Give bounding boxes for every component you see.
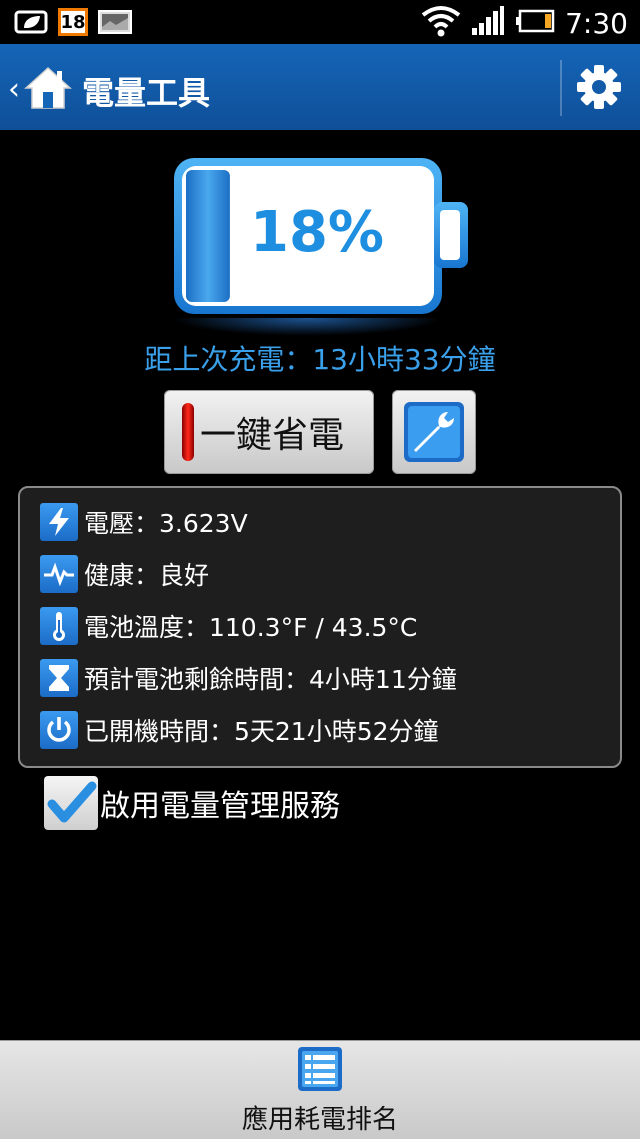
service-checkbox-label: 啟用電量管理服務 bbox=[100, 789, 340, 824]
power-save-button[interactable]: 一鍵省電 bbox=[164, 390, 374, 474]
wrench-icon bbox=[404, 402, 464, 462]
remaining-time-text: 預計電池剩餘時間：4小時11分鐘 bbox=[84, 665, 457, 694]
hourglass-icon bbox=[40, 659, 78, 697]
health-text: 健康：良好 bbox=[84, 561, 210, 590]
service-checkbox[interactable] bbox=[44, 776, 98, 830]
home-icon[interactable] bbox=[24, 64, 72, 112]
battery-fill bbox=[186, 170, 230, 302]
back-chevron-icon[interactable]: ‹ bbox=[8, 72, 20, 107]
info-row-uptime: 已開機時間：5天21小時52分鐘 bbox=[40, 710, 439, 750]
since-last-charge: 距上次充電：13小時33分鐘 bbox=[144, 343, 496, 376]
app-usage-ranking-button[interactable]: 應用耗電排名 bbox=[0, 1040, 640, 1139]
signal-icon bbox=[471, 6, 505, 40]
clock-time: 7:30 bbox=[565, 6, 628, 40]
uptime-text: 已開機時間：5天21小時52分鐘 bbox=[84, 717, 439, 746]
action-bar: ‹ 電量工具 bbox=[0, 44, 640, 130]
action-bar-divider bbox=[560, 60, 562, 116]
battery-reflection bbox=[172, 318, 442, 336]
pulse-icon bbox=[40, 555, 78, 593]
battery-info-panel: 電壓：3.623V 健康：良好 電池溫度：110.3°F / 43.5°C 預計… bbox=[18, 486, 622, 768]
tools-button[interactable] bbox=[392, 390, 476, 474]
image-icon bbox=[98, 9, 132, 35]
app-title: 電量工具 bbox=[82, 74, 211, 112]
battery-icon bbox=[515, 9, 555, 37]
voltage-text: 電壓：3.623V bbox=[84, 509, 248, 538]
info-row-remaining: 預計電池剩餘時間：4小時11分鐘 bbox=[40, 658, 457, 698]
status-bar: 18 7:30 bbox=[0, 0, 640, 44]
thermometer-icon bbox=[40, 607, 78, 645]
battery-percentage: 18% bbox=[250, 200, 385, 265]
list-icon bbox=[298, 1047, 342, 1091]
app-usage-ranking-label: 應用耗電排名 bbox=[241, 1105, 398, 1135]
info-row-health: 健康：良好 bbox=[40, 554, 209, 594]
leaf-icon bbox=[14, 9, 48, 35]
checkmark-icon bbox=[47, 781, 97, 823]
service-checkbox-row[interactable]: 啟用電量管理服務 bbox=[44, 776, 340, 830]
wifi-icon bbox=[421, 5, 461, 41]
gear-icon[interactable] bbox=[576, 64, 622, 110]
info-row-temperature: 電池溫度：110.3°F / 43.5°C bbox=[40, 606, 417, 646]
info-row-voltage: 電壓：3.623V bbox=[40, 502, 248, 542]
temperature-text: 電池溫度：110.3°F / 43.5°C bbox=[84, 613, 418, 642]
power-save-led bbox=[182, 403, 194, 461]
power-icon bbox=[40, 711, 78, 749]
lightning-icon bbox=[40, 503, 78, 541]
calendar-badge-icon: 18 bbox=[58, 8, 88, 36]
power-save-label: 一鍵省電 bbox=[200, 415, 345, 456]
